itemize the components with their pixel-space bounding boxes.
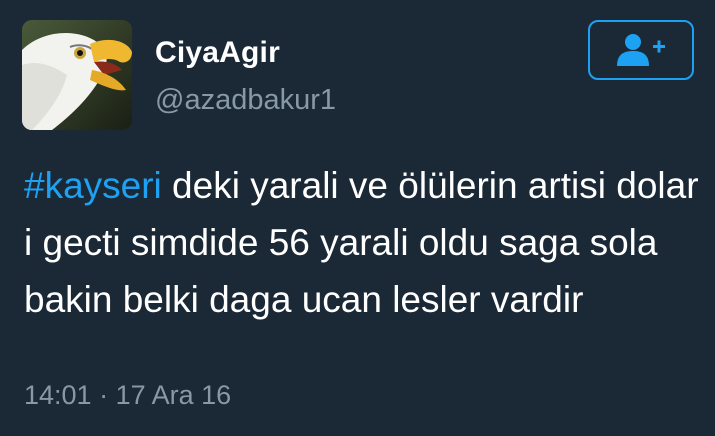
tweet-card: CiyaAgir @azadbakur1 #kayseri deki yaral… xyxy=(0,0,715,436)
eagle-icon xyxy=(22,20,132,130)
display-name[interactable]: CiyaAgir xyxy=(155,36,280,70)
timestamp-separator: · xyxy=(99,380,109,410)
follow-button[interactable] xyxy=(588,20,694,80)
tweet-time: 14:01 xyxy=(24,380,92,410)
tweet-text: #kayseri deki yarali ve ölülerin artisi … xyxy=(24,157,704,328)
hashtag-link[interactable]: #kayseri xyxy=(24,165,162,206)
user-handle[interactable]: @azadbakur1 xyxy=(155,84,336,117)
avatar[interactable] xyxy=(22,20,132,130)
timestamp[interactable]: 14:01 · 17 Ara 16 xyxy=(24,380,231,411)
add-user-icon xyxy=(617,34,665,66)
tweet-date: 17 Ara 16 xyxy=(115,380,232,410)
